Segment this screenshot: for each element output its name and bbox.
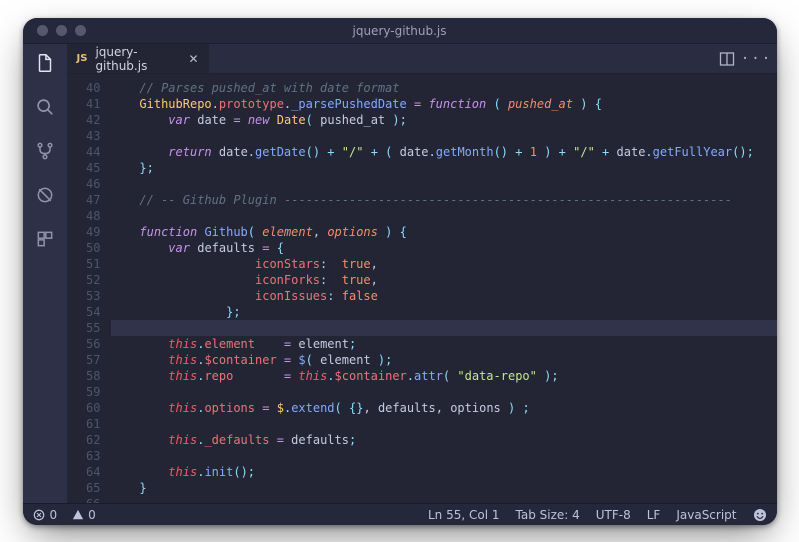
warning-icon bbox=[71, 508, 84, 521]
debug-icon[interactable] bbox=[34, 184, 56, 206]
error-count: 0 bbox=[50, 508, 58, 522]
warning-count: 0 bbox=[88, 508, 96, 522]
extensions-icon[interactable] bbox=[34, 228, 56, 250]
code-line[interactable] bbox=[111, 416, 777, 432]
code-line[interactable] bbox=[111, 208, 777, 224]
code-editor[interactable]: 4041424344454647484950515253545556575859… bbox=[67, 74, 777, 503]
tab-label: jquery-github.js bbox=[95, 45, 180, 73]
code-line[interactable]: // -- Github Plugin --------------------… bbox=[111, 192, 777, 208]
code-line[interactable] bbox=[111, 496, 777, 503]
code-line[interactable]: var date = new Date( pushed_at ); bbox=[111, 112, 777, 128]
window-titlebar: jquery-github.js bbox=[23, 18, 777, 44]
code-line[interactable]: function Github( element, options ) { bbox=[111, 224, 777, 240]
code-area[interactable]: // Parses pushed_at with date format Git… bbox=[111, 74, 777, 503]
code-line[interactable]: this.options = $.extend( {}, defaults, o… bbox=[111, 400, 777, 416]
status-bar: 0 0 Ln 55, Col 1 Tab Size: 4 UTF-8 LF Ja… bbox=[23, 503, 777, 525]
code-line[interactable]: }; bbox=[111, 160, 777, 176]
status-problems[interactable]: 0 0 bbox=[33, 508, 96, 522]
tab-lang-badge: JS bbox=[77, 53, 88, 64]
code-line[interactable]: // Parses pushed_at with date format bbox=[111, 80, 777, 96]
code-line[interactable]: iconStars: true, bbox=[111, 256, 777, 272]
split-editor-icon[interactable] bbox=[719, 51, 735, 67]
code-line[interactable]: var defaults = { bbox=[111, 240, 777, 256]
code-line[interactable]: }; bbox=[111, 304, 777, 320]
tab-size[interactable]: Tab Size: 4 bbox=[516, 508, 580, 522]
feedback-icon[interactable] bbox=[753, 508, 767, 522]
eol[interactable]: LF bbox=[647, 508, 661, 522]
encoding[interactable]: UTF-8 bbox=[596, 508, 631, 522]
tab-close-icon[interactable]: ✕ bbox=[188, 52, 198, 66]
explorer-icon[interactable] bbox=[34, 52, 56, 74]
source-control-icon[interactable] bbox=[34, 140, 56, 162]
tabs-row: JS jquery-github.js ✕ ··· bbox=[67, 44, 777, 74]
code-line[interactable] bbox=[111, 320, 777, 336]
code-line[interactable]: this._defaults = defaults; bbox=[111, 432, 777, 448]
editor-group: JS jquery-github.js ✕ ··· 40414243444546… bbox=[67, 44, 777, 503]
file-tab[interactable]: JS jquery-github.js ✕ bbox=[67, 44, 209, 73]
tabs-actions: ··· bbox=[719, 44, 777, 73]
code-line[interactable]: } bbox=[111, 480, 777, 496]
code-line[interactable]: this.element = element; bbox=[111, 336, 777, 352]
editor-window: jquery-github.js JS jque bbox=[23, 18, 777, 525]
code-line[interactable]: this.$container = $( element ); bbox=[111, 352, 777, 368]
line-number-gutter: 4041424344454647484950515253545556575859… bbox=[67, 74, 111, 503]
cursor-position[interactable]: Ln 55, Col 1 bbox=[428, 508, 500, 522]
code-line[interactable] bbox=[111, 384, 777, 400]
code-line[interactable] bbox=[111, 128, 777, 144]
code-line[interactable]: GithubRepo.prototype._parsePushedDate = … bbox=[111, 96, 777, 112]
code-line[interactable]: iconIssues: false bbox=[111, 288, 777, 304]
more-actions-icon[interactable]: ··· bbox=[749, 51, 765, 67]
activity-bar bbox=[23, 44, 67, 503]
code-line[interactable]: this.repo = this.$container.attr( "data-… bbox=[111, 368, 777, 384]
code-line[interactable]: this.init(); bbox=[111, 464, 777, 480]
error-icon bbox=[33, 508, 46, 521]
code-line[interactable] bbox=[111, 176, 777, 192]
code-line[interactable]: return date.getDate() + "/" + ( date.get… bbox=[111, 144, 777, 160]
search-icon[interactable] bbox=[34, 96, 56, 118]
language-mode[interactable]: JavaScript bbox=[676, 508, 736, 522]
code-line[interactable] bbox=[111, 448, 777, 464]
window-title: jquery-github.js bbox=[23, 24, 777, 38]
code-line[interactable]: iconForks: true, bbox=[111, 272, 777, 288]
editor-body: JS jquery-github.js ✕ ··· 40414243444546… bbox=[23, 44, 777, 503]
